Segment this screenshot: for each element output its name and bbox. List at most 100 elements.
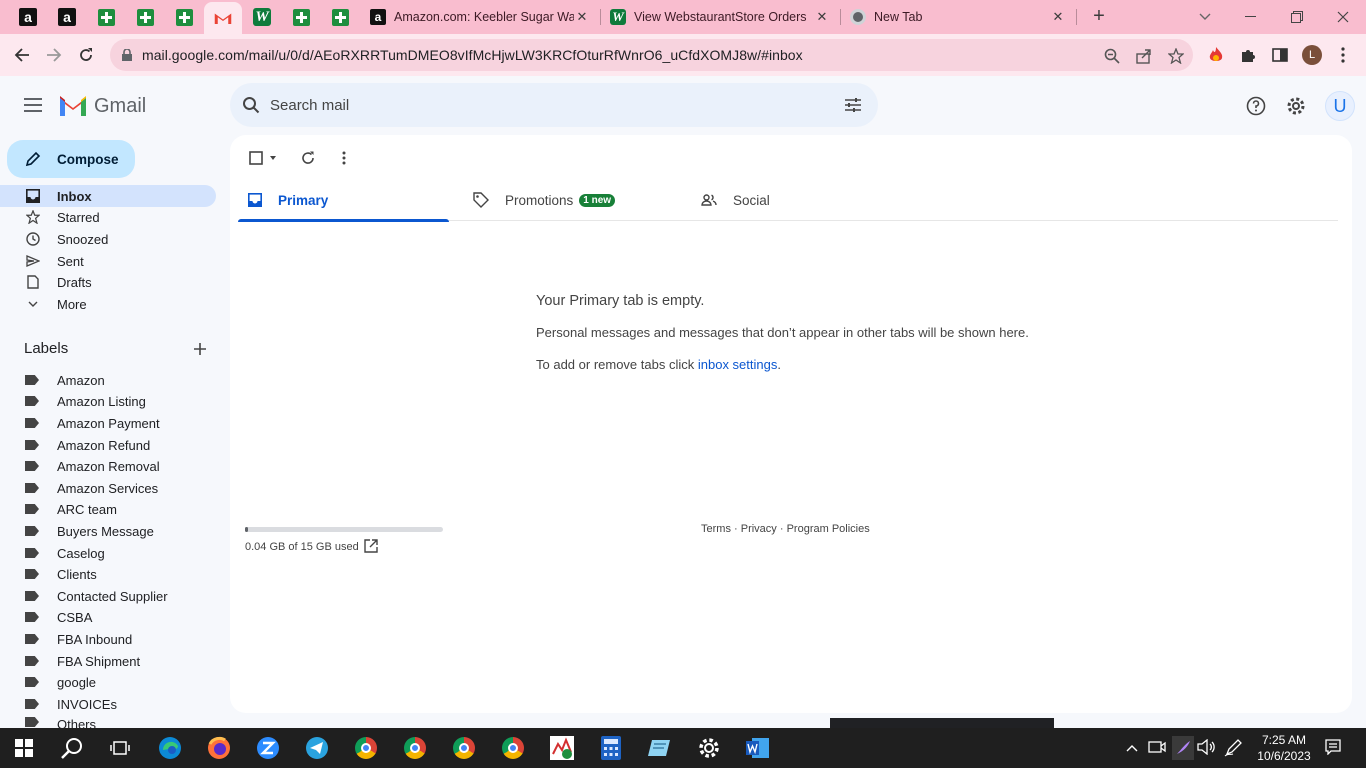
search-input[interactable] <box>270 93 830 117</box>
taskbar-calculator[interactable] <box>599 736 623 760</box>
restore-button[interactable] <box>1274 0 1320 34</box>
close-window-button[interactable] <box>1320 0 1366 34</box>
taskbar-edge[interactable] <box>158 736 182 760</box>
bookmark-star-icon[interactable] <box>1167 47 1185 65</box>
taskbar-zoom[interactable] <box>256 736 280 760</box>
zoom-icon[interactable] <box>1103 47 1121 65</box>
taskbar-word[interactable] <box>746 736 770 760</box>
help-icon[interactable] <box>1245 95 1267 117</box>
new-tab-button[interactable]: + <box>1088 5 1110 27</box>
taskbar-chrome-2[interactable] <box>403 736 427 760</box>
task-view-button[interactable] <box>108 736 132 760</box>
sidebar-item-starred[interactable]: Starred <box>0 206 216 228</box>
pinned-tab-gmail[interactable] <box>204 2 242 34</box>
show-hidden-icons[interactable] <box>1126 740 1138 755</box>
settings-gear-icon[interactable] <box>1285 95 1307 117</box>
taskbar-settings[interactable] <box>697 736 721 760</box>
pinned-tab-sheets-4[interactable] <box>282 4 320 30</box>
label-item[interactable]: Contacted Supplier <box>0 585 216 607</box>
label-item[interactable]: FBA Shipment <box>0 650 216 672</box>
pen-workspace-button[interactable] <box>1224 739 1242 760</box>
sidebar-item-sent[interactable]: Sent <box>0 250 216 272</box>
close-tab-icon[interactable]: ✕ <box>574 9 590 25</box>
tray-pen-app[interactable] <box>1172 736 1194 760</box>
select-all-checkbox[interactable] <box>244 148 280 168</box>
taskbar-chrome-1[interactable] <box>354 736 378 760</box>
add-label-button[interactable] <box>190 339 210 359</box>
tab-promotions[interactable]: Promotions 1 new <box>473 179 684 221</box>
label-item[interactable]: Amazon Listing <box>0 390 216 412</box>
sidebar-item-snoozed[interactable]: Snoozed <box>0 228 216 250</box>
label-item[interactable]: Caselog <box>0 542 216 564</box>
pinned-tab-sheets-5[interactable] <box>321 4 359 30</box>
pinned-tab-webstaurant[interactable]: W <box>243 4 281 30</box>
tab-search-button[interactable] <box>1182 0 1228 34</box>
taskbar-firefox[interactable] <box>207 736 231 760</box>
sidebar-item-inbox[interactable]: Inbox <box>0 185 216 207</box>
label-item[interactable]: Others <box>0 714 216 728</box>
address-bar[interactable]: mail.google.com/mail/u/0/d/AEoRXRRTumDME… <box>110 39 1193 71</box>
label-item[interactable]: Amazon Payment <box>0 412 216 434</box>
share-icon[interactable] <box>1135 47 1153 65</box>
label-item[interactable]: Buyers Message <box>0 520 216 542</box>
tab-new-tab[interactable]: New Tab ✕ <box>840 4 1076 30</box>
taskbar-chrome-4[interactable] <box>501 736 525 760</box>
label-item[interactable]: Amazon <box>0 369 216 391</box>
close-tab-icon[interactable]: ✕ <box>814 9 830 25</box>
taskbar-chrome-3[interactable] <box>452 736 476 760</box>
label-item[interactable]: Clients <box>0 563 216 585</box>
search-bar[interactable] <box>230 83 878 127</box>
refresh-button[interactable] <box>298 148 318 168</box>
inbox-settings-link[interactable]: inbox settings <box>698 357 778 372</box>
taskbar-chart-app[interactable] <box>550 736 574 760</box>
start-button[interactable] <box>12 736 36 760</box>
tray-meet-now[interactable] <box>1148 739 1166 758</box>
sidebar-item-more[interactable]: More <box>0 293 216 315</box>
taskbar-search-button[interactable] <box>60 736 84 760</box>
sidebar-item-drafts[interactable]: Drafts <box>0 271 216 293</box>
gmail-logo-icon[interactable] <box>58 94 88 116</box>
pinned-tab-amazon-2[interactable]: a <box>48 4 86 30</box>
taskbar-telegram[interactable] <box>305 736 329 760</box>
pinned-tab-sheets-1[interactable] <box>87 4 125 30</box>
system-clock[interactable]: 7:25 AM 10/6/2023 <box>1252 732 1316 764</box>
browser-menu-icon[interactable] <box>1334 46 1352 64</box>
taskbar-notes-app[interactable] <box>648 736 672 760</box>
terms-link[interactable]: Terms <box>701 523 731 535</box>
tab-webstaurant-orders[interactable]: W View WebstaurantStore Orders ✕ <box>600 4 840 30</box>
search-icon[interactable] <box>242 96 260 114</box>
tab-amazon-keebler[interactable]: a Amazon.com: Keebler Sugar Wafer ✕ <box>360 4 600 30</box>
extensions-puzzle-icon[interactable] <box>1239 46 1257 64</box>
back-button[interactable] <box>10 43 34 67</box>
notification-center-button[interactable] <box>1325 739 1341 758</box>
more-options-button[interactable] <box>334 148 354 168</box>
minimize-button[interactable] <box>1228 0 1274 34</box>
label-item[interactable]: CSBA <box>0 606 216 628</box>
main-menu-icon[interactable] <box>24 98 42 112</box>
volume-button[interactable] <box>1197 738 1215 758</box>
open-in-new-icon[interactable] <box>364 539 378 553</box>
program-policies-link[interactable]: Program Policies <box>787 523 870 535</box>
search-options-icon[interactable] <box>844 97 862 113</box>
side-panel-icon[interactable] <box>1271 46 1289 64</box>
reload-button[interactable] <box>74 43 98 67</box>
pinned-tab-sheets-3[interactable] <box>165 4 203 30</box>
label-item[interactable]: FBA Inbound <box>0 628 216 650</box>
pinned-tab-amazon[interactable]: a <box>9 4 47 30</box>
account-avatar[interactable]: U <box>1325 91 1355 121</box>
compose-button[interactable]: Compose <box>7 140 135 178</box>
forward-button[interactable] <box>42 43 66 67</box>
close-tab-icon[interactable]: ✕ <box>1050 9 1066 25</box>
privacy-link[interactable]: Privacy <box>741 523 777 535</box>
browser-profile-avatar[interactable]: L <box>1302 45 1322 65</box>
pinned-tab-sheets-2[interactable] <box>126 4 164 30</box>
label-item[interactable]: ARC team <box>0 498 216 520</box>
label-item[interactable]: INVOICEs <box>0 693 216 715</box>
tab-primary[interactable]: Primary <box>238 179 449 222</box>
label-item[interactable]: Amazon Removal <box>0 455 216 477</box>
tab-social[interactable]: Social <box>701 179 912 221</box>
label-item[interactable]: Amazon Refund <box>0 434 216 456</box>
extension-fire-icon[interactable] <box>1207 46 1225 64</box>
label-item[interactable]: google <box>0 671 216 693</box>
label-item[interactable]: Amazon Services <box>0 477 216 499</box>
